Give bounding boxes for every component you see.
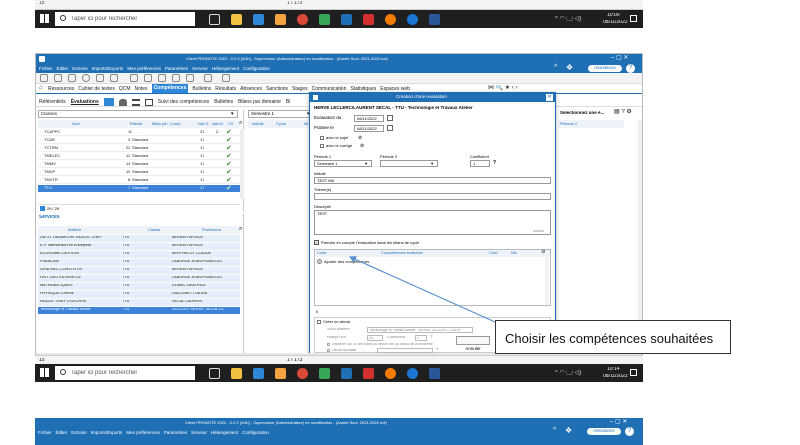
notification-icon[interactable] [630,369,637,376]
menu-editer[interactable]: Éditer [56,430,68,435]
firefox-icon[interactable] [385,368,396,379]
bottom-partial-window: Client PRONOTE 2022 - 0.2.9 [4/4b] - Sup… [35,418,643,445]
store-icon[interactable] [253,368,264,379]
pager-indicator: 15 [39,358,45,363]
menu-serveur[interactable]: Serveur [191,430,207,435]
system-tray[interactable]: ^ ◠ 🗔 ◁) [555,370,581,376]
pronote-icon[interactable] [341,368,352,379]
menu-parametres[interactable]: Paramètres [164,430,187,435]
acrobat-icon[interactable] [363,368,374,379]
edge-icon[interactable] [407,368,418,379]
taskbar-apps [203,364,463,382]
menu-hebergement[interactable]: Hébergement [211,430,238,435]
word-icon[interactable] [429,368,440,379]
menu-extraire[interactable]: Extraire [71,430,87,435]
app-icon-green[interactable] [319,368,330,379]
file-explorer-icon[interactable] [231,368,242,379]
taskbar-search-box[interactable]: Taper ici pour rechercher [55,366,195,380]
menu-preferences[interactable]: Mes préférences [126,430,160,435]
page-count: 1 / 173 [287,358,303,363]
butterfly-icon: ❖ [565,426,573,435]
taskbar-bottom: Taper ici pour rechercher ^ ◠ 🗔 ◁) 10:14… [35,364,643,382]
bottom-window-title: Client PRONOTE 2022 - 0.2.9 [4/4b] - Sup… [185,421,387,425]
window-pager-bar: 15 1 / 173 [35,355,643,364]
clock-date: 08/11/2022 [603,374,628,379]
up-arrow-icon[interactable]: ^ [553,427,556,434]
search-icon [60,369,66,375]
help-button[interactable]: ? [625,427,634,436]
menu-fichier[interactable]: Fichier [38,430,52,435]
windows-start-icon[interactable] [40,368,49,377]
photos-icon[interactable] [275,368,286,379]
menu-imports-exports[interactable]: Imports/Exports [91,430,123,435]
menu-configuration[interactable]: Configuration [242,430,269,435]
taskbar-search-placeholder: Taper ici pour rechercher [71,370,138,376]
assistance-button[interactable]: Assistance [587,428,621,435]
task-view-icon[interactable] [209,368,220,379]
window-controls[interactable]: – ▢ ✕ [610,419,627,425]
clock-time: 10:14 [607,367,620,372]
chrome-icon[interactable] [297,368,308,379]
